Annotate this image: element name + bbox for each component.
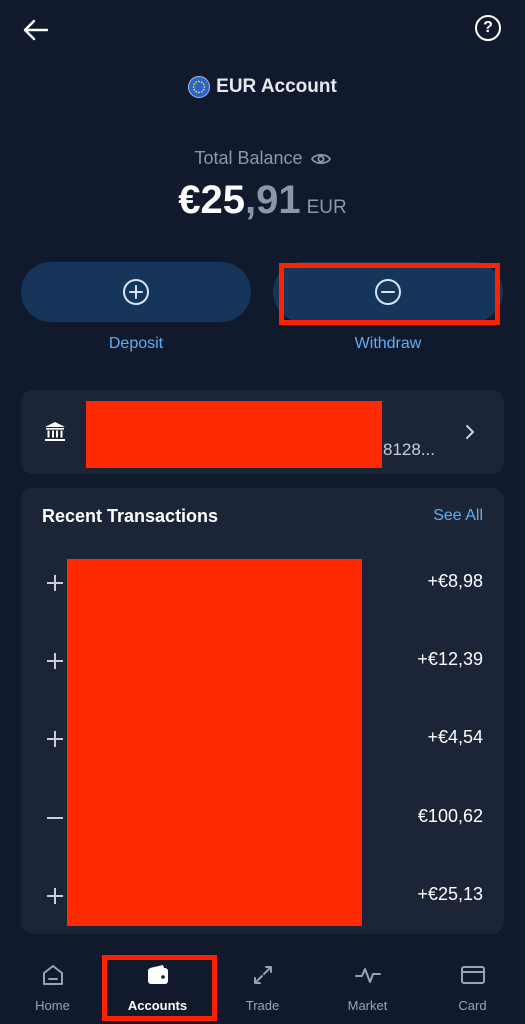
credit-card-icon: [460, 966, 485, 984]
bank-account-number: 8128...: [383, 440, 435, 459]
balance-integer: €25: [178, 178, 245, 222]
account-title: EUR Account: [0, 76, 525, 98]
nav-trade[interactable]: Trade: [210, 944, 315, 1024]
back-button[interactable]: [20, 14, 52, 46]
redacted-transaction-details: [67, 559, 362, 926]
transaction-amount: +€12,39: [417, 649, 483, 669]
plus-icon: [47, 575, 63, 591]
balance-value: €25 ,91 EUR: [0, 178, 525, 223]
trade-arrows-icon: [253, 966, 272, 984]
nav-home-label: Home: [35, 998, 70, 1013]
balance-decimal: ,91: [245, 178, 301, 222]
eur-account-screen: ? EUR Account Total Balance €25 ,91 EUR: [0, 0, 525, 1024]
nav-trade-label: Trade: [245, 998, 280, 1013]
plus-icon: [47, 653, 63, 669]
arrow-left-icon: [23, 19, 49, 41]
account-title-label: EUR Account: [216, 76, 337, 97]
withdraw-button[interactable]: [273, 262, 503, 322]
recent-transactions-title: Recent Transactions: [42, 506, 219, 526]
deposit-button[interactable]: [21, 262, 251, 322]
nav-accounts[interactable]: Accounts: [105, 944, 210, 1024]
pulse-chart-icon: [354, 968, 381, 983]
redacted-bank-name: [86, 401, 382, 468]
see-all-link[interactable]: See All: [433, 507, 483, 525]
total-balance-label: Total Balance: [0, 148, 525, 169]
help-icon: ?: [483, 19, 493, 36]
balance-currency: EUR: [306, 197, 347, 218]
withdraw-label[interactable]: Withdraw: [273, 335, 503, 353]
eye-icon[interactable]: [310, 152, 331, 166]
wallet-icon: [147, 965, 168, 984]
transaction-amount: +€25,13: [417, 884, 483, 904]
nav-market[interactable]: Market: [315, 944, 420, 1024]
bank-icon: [45, 422, 65, 441]
plus-circle-icon: [123, 279, 149, 305]
bottom-navigation: Home Accounts Trade Market Card: [0, 944, 525, 1024]
chevron-right-icon: [466, 425, 474, 439]
plus-icon: [47, 888, 63, 904]
nav-accounts-label: Accounts: [127, 998, 188, 1013]
minus-icon: [47, 817, 63, 819]
nav-home[interactable]: Home: [0, 944, 105, 1024]
plus-icon: [47, 731, 63, 747]
minus-circle-icon: [375, 279, 401, 305]
transaction-amount: +€4,54: [427, 727, 483, 747]
home-icon: [42, 965, 63, 985]
help-button[interactable]: ?: [475, 15, 501, 41]
nav-card[interactable]: Card: [420, 944, 525, 1024]
linked-bank-account[interactable]: 8128...: [21, 390, 504, 474]
transaction-amount: €100,62: [417, 806, 483, 826]
nav-card-label: Card: [458, 998, 487, 1013]
total-balance-text: Total Balance: [194, 148, 303, 168]
nav-market-label: Market: [347, 998, 388, 1013]
eu-flag-icon: [188, 76, 211, 98]
deposit-label[interactable]: Deposit: [21, 335, 251, 353]
transaction-amount: +€8,98: [427, 571, 483, 591]
recent-transactions-card: Recent Transactions See All +€8,98 +€12,…: [21, 488, 504, 934]
